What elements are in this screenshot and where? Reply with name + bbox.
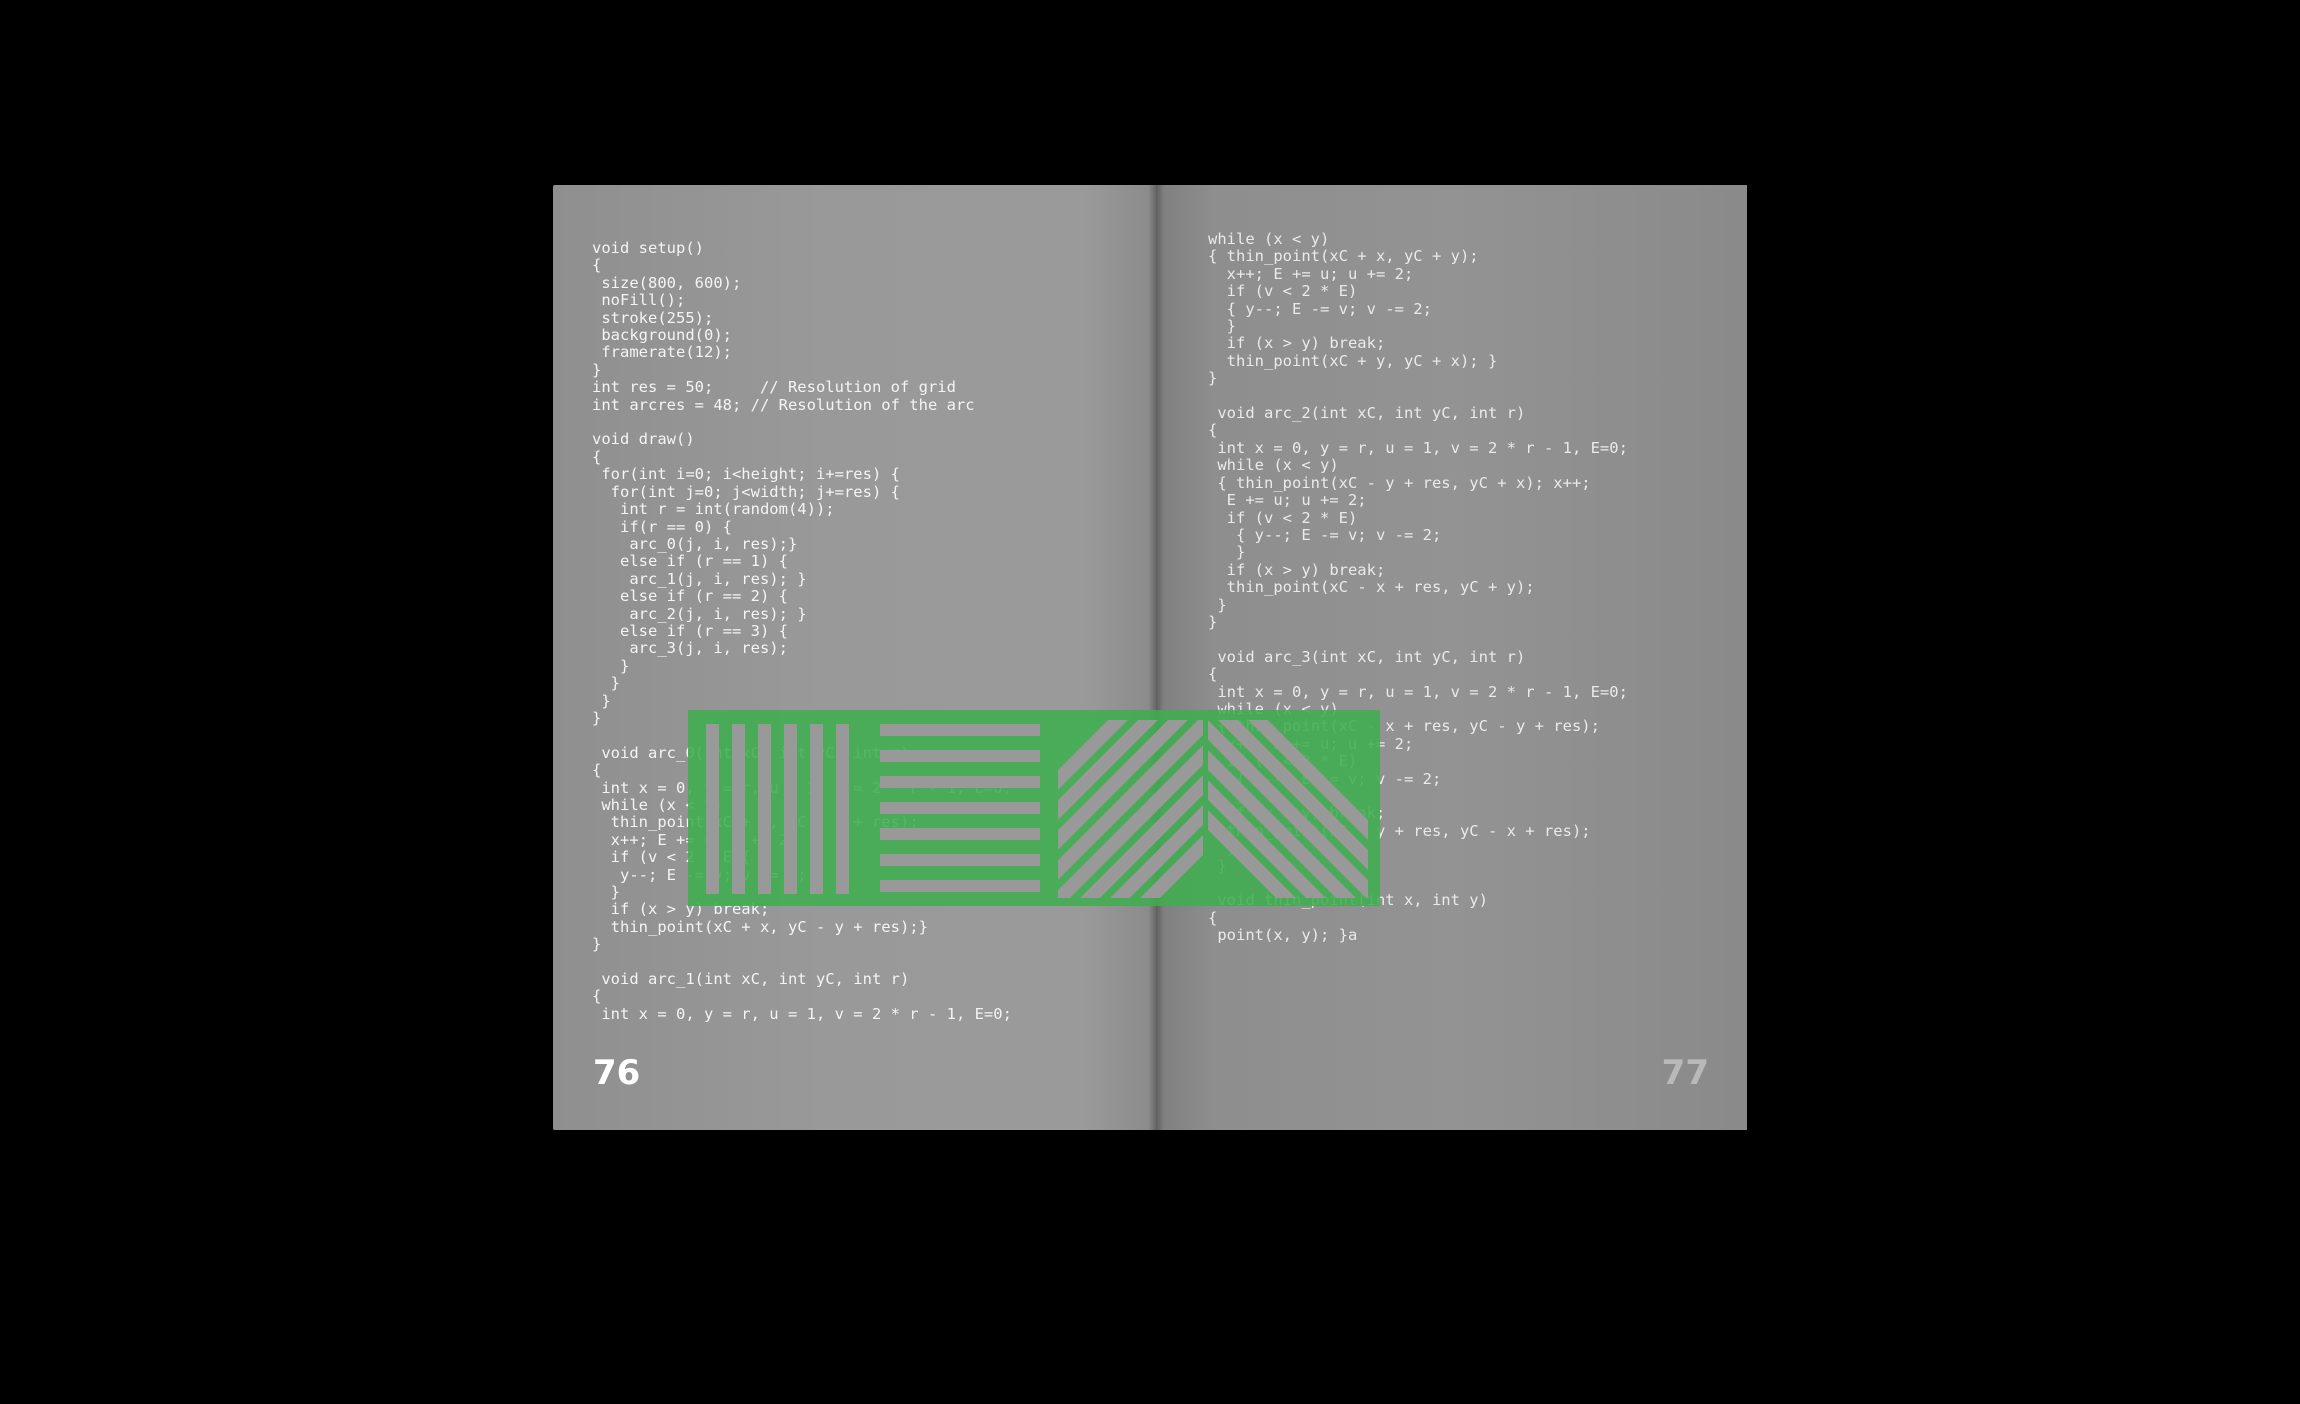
left-page-number: 76: [593, 1053, 641, 1093]
left-page-code: void setup() { size(800, 600); noFill();…: [592, 239, 1012, 1023]
open-book: void setup() { size(800, 600); noFill();…: [0, 0, 2300, 1404]
right-page-number: 77: [1661, 1053, 1709, 1093]
right-page-code: while (x < y) { thin_point(xC + x, yC + …: [1208, 230, 1628, 945]
left-page: void setup() { size(800, 600); noFill();…: [553, 185, 1156, 1130]
book-spine: [1148, 185, 1164, 1130]
right-page: while (x < y) { thin_point(xC + x, yC + …: [1156, 185, 1747, 1130]
